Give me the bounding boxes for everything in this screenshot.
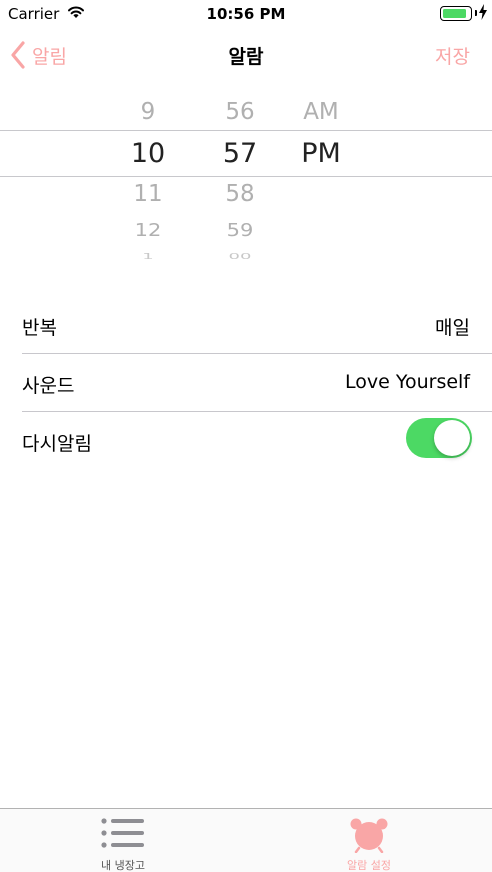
status-bar: Carrier 10:56 PM (0, 0, 492, 28)
navigation-bar: 알림 알람 저장 (0, 28, 492, 80)
repeat-value: 매일 (435, 317, 470, 339)
tab-my-fridge-label: 내 냉장고 (101, 859, 145, 872)
save-button[interactable]: 저장 (435, 42, 470, 69)
battery-icon (440, 6, 472, 21)
picker-minute-option: 59 (226, 219, 254, 241)
picker-period-option: AM (303, 99, 339, 125)
tab-alarm-settings-label: 알람 설정 (347, 859, 391, 872)
tab-bar: 내 냉장고 알람 설정 (0, 808, 492, 872)
picker-hour-option: 11 (133, 181, 163, 207)
picker-minute-selected: 57 (222, 138, 258, 169)
battery-level-fill (443, 9, 466, 18)
toggle-knob (434, 420, 470, 456)
clock-time: 10:56 PM (206, 5, 286, 23)
repeat-row[interactable]: 반복 매일 (22, 296, 492, 354)
snooze-label: 다시알림 (22, 433, 92, 455)
tab-alarm-settings[interactable]: 알람 설정 (246, 809, 492, 872)
battery-tip (475, 10, 477, 16)
picker-hour-option: 9 (140, 99, 156, 125)
picker-period-selected: PM (301, 138, 341, 169)
minute-wheel[interactable]: 55 56 57 58 59 00 (198, 80, 282, 272)
am-pm-wheel[interactable]: AM PM (286, 80, 356, 272)
picker-minute-option: 56 (225, 99, 255, 125)
list-icon (101, 818, 144, 848)
alarm-clock-icon (350, 818, 388, 853)
page-title: 알람 (228, 46, 264, 68)
sound-value: Love Yourself (345, 371, 470, 393)
repeat-label: 반복 (22, 317, 57, 339)
tab-my-fridge[interactable]: 내 냉장고 (0, 809, 246, 872)
picker-hour-selected: 10 (130, 138, 166, 169)
picker-minute-option: 58 (225, 181, 255, 207)
charging-bolt-icon (479, 4, 487, 20)
sound-label: 사운드 (22, 375, 75, 397)
picker-hour-option: 1 (142, 251, 154, 262)
picker-minute-option: 00 (228, 251, 252, 262)
picker-hour-option: 12 (134, 219, 162, 241)
sound-row[interactable]: 사운드 Love Yourself (22, 354, 492, 412)
time-picker[interactable]: 8 9 10 11 12 1 55 56 57 58 59 00 AM PM (0, 80, 492, 272)
hour-wheel[interactable]: 8 9 10 11 12 1 (108, 80, 188, 272)
snooze-toggle[interactable] (406, 418, 472, 458)
